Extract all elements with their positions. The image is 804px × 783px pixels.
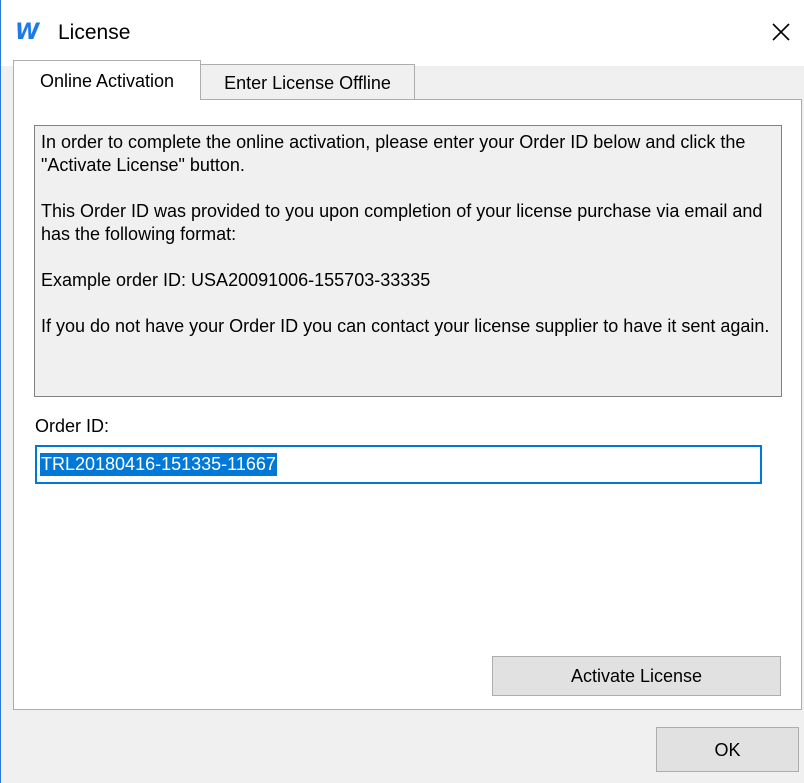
ok-button[interactable]: OK <box>656 727 799 772</box>
order-id-input[interactable]: TRL20180416-151335-11667 <box>35 445 762 484</box>
instructions-paragraph-2: This Order ID was provided to you upon c… <box>41 201 763 244</box>
tab-enter-license-offline[interactable]: Enter License Offline <box>200 64 415 99</box>
close-button[interactable] <box>759 10 803 54</box>
window-title: License <box>58 21 131 44</box>
title-bar[interactable]: W License <box>1 0 804 66</box>
instructions-paragraph-4: If you do not have your Order ID you can… <box>41 316 770 336</box>
app-logo-icon: W <box>15 20 39 45</box>
instructions-paragraph-1: In order to complete the online activati… <box>41 132 746 175</box>
order-id-value: TRL20180416-151335-11667 <box>40 453 277 476</box>
order-id-label: Order ID: <box>35 416 110 436</box>
tab-online-activation[interactable]: Online Activation <box>13 60 201 100</box>
instructions-box: In order to complete the online activati… <box>34 125 782 397</box>
close-icon <box>772 23 790 41</box>
license-dialog: W License Online Activation Enter Licens… <box>0 0 804 783</box>
instructions-paragraph-3: Example order ID: USA20091006-155703-333… <box>41 270 431 290</box>
activate-license-button[interactable]: Activate License <box>492 656 781 696</box>
